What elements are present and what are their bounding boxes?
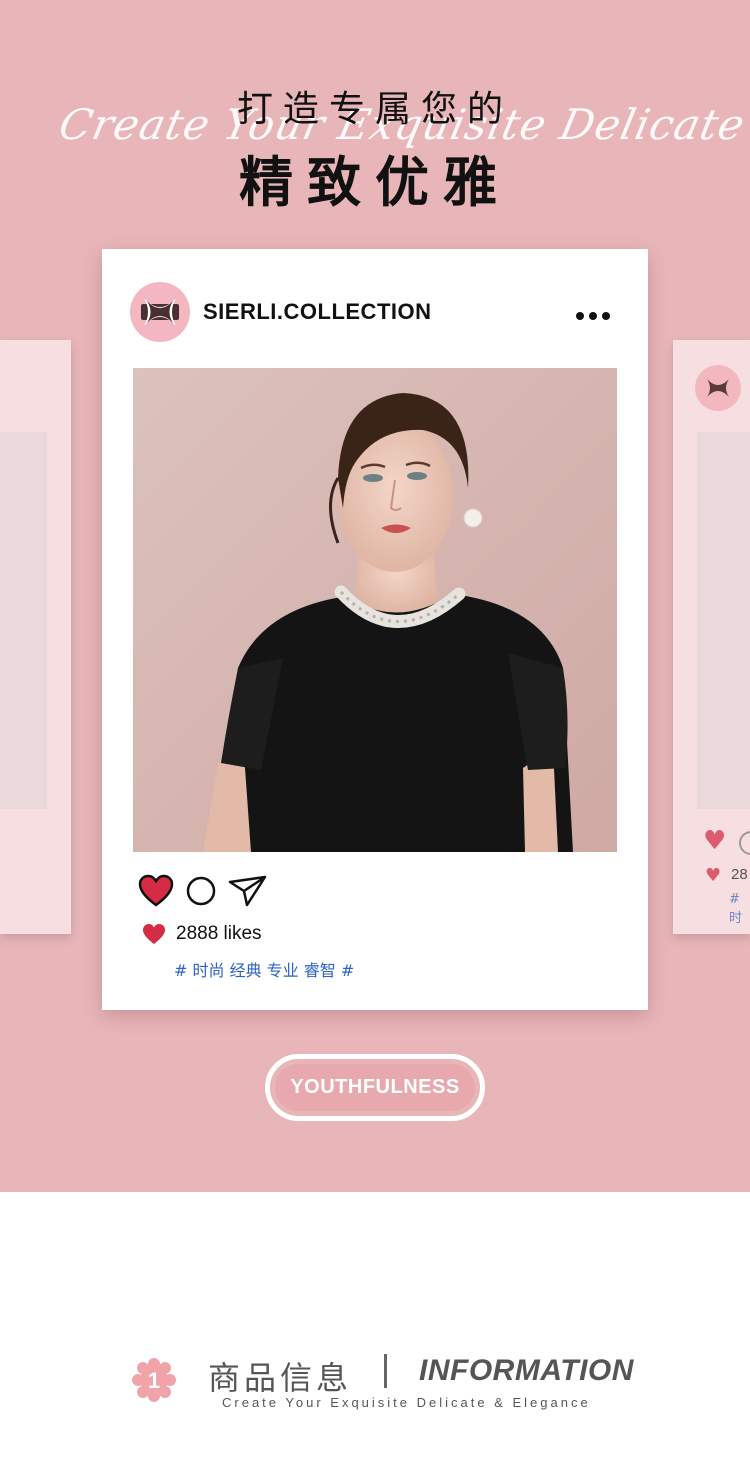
post-tags[interactable]: # 时尚 经典 专业 睿智 #	[174, 957, 354, 981]
youthfulness-badge[interactable]: YOUTHFULNESS	[265, 1054, 485, 1121]
post-card: SIERLI.COLLECTION 2888 likes # 时尚 经典 专业 …	[102, 249, 648, 1010]
side-post-image-placeholder	[697, 432, 750, 809]
hero-title-line2: 精致优雅	[239, 151, 511, 214]
post-photo	[133, 368, 617, 852]
section-number: 1	[148, 1368, 160, 1393]
flower-number-icon: 1	[132, 1358, 176, 1402]
comment-icon[interactable]	[739, 831, 750, 855]
info-title-cn: 商品信息	[208, 1359, 353, 1397]
badge-label: YOUTHFULNESS	[290, 1076, 460, 1098]
brand-logo-icon	[707, 379, 729, 397]
heart-icon[interactable]: ♥	[703, 828, 726, 854]
side-likes-count: 28	[731, 866, 748, 883]
heart-icon[interactable]	[138, 874, 174, 908]
post-actions	[138, 874, 338, 910]
side-post-avatar	[695, 365, 741, 411]
info-header: 1 商品信息 INFORMATION Create Your Exquisite…	[0, 1340, 750, 1420]
account-handle[interactable]: SIERLI.COLLECTION	[203, 299, 432, 325]
heart-small-icon	[143, 924, 165, 944]
more-options-icon[interactable]	[576, 305, 616, 320]
info-title-en: INFORMATION	[419, 1354, 634, 1387]
hero-title-line1: 打造专属您的	[236, 89, 513, 130]
brand-logo-icon	[141, 298, 179, 326]
comment-icon[interactable]	[185, 875, 217, 907]
divider	[384, 1354, 387, 1388]
side-post-image-placeholder	[0, 432, 47, 809]
side-post-card-right: ♥ ♥ 28 # 时	[673, 340, 750, 934]
send-icon[interactable]	[228, 874, 268, 908]
likes-count: 2888 likes	[176, 923, 262, 944]
heart-small-icon: ♥	[705, 865, 722, 886]
hero-section: Create Your Exquisite Delicate & Eleganc…	[0, 0, 750, 1192]
info-subtitle: Create Your Exquisite Delicate & Eleganc…	[222, 1395, 591, 1410]
side-post-tags: # 时	[729, 892, 743, 926]
side-post-card-left	[0, 340, 71, 934]
avatar[interactable]	[130, 282, 190, 342]
